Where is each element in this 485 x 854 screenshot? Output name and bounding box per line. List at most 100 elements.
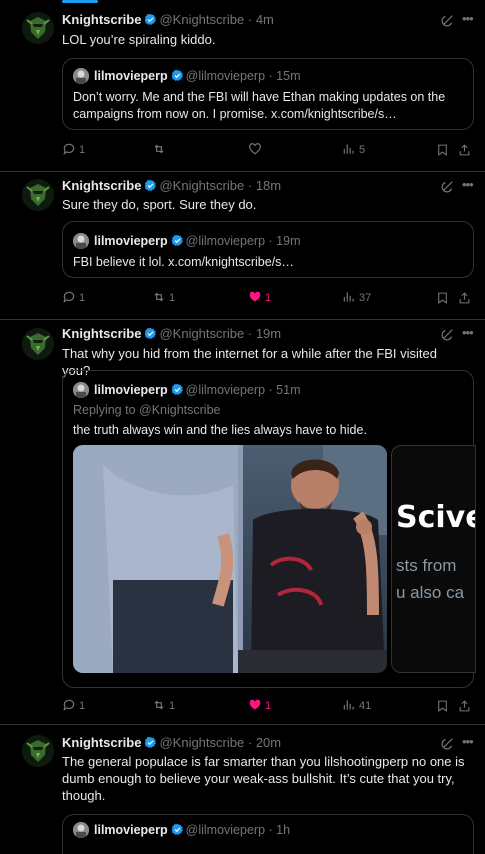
reply-count: 1 — [79, 700, 86, 712]
repost-button[interactable]: 1 — [152, 290, 175, 306]
like-button[interactable]: 1 — [248, 290, 271, 306]
reply-icon — [63, 699, 75, 712]
tweet-text: The general populace is far smarter than… — [62, 754, 465, 803]
reply-icon — [63, 143, 75, 156]
grok-icon[interactable] — [441, 179, 455, 193]
repost-icon — [154, 292, 164, 302]
tweet[interactable]: Knightscribe @Knightscribe · 20m ••• The … — [0, 725, 485, 854]
bookmark-icon[interactable] — [436, 291, 449, 305]
avatar — [73, 68, 89, 84]
tweet-header: Knightscribe @Knightscribe · 18m — [62, 178, 281, 194]
reply-button[interactable]: 1 — [62, 290, 85, 306]
separator: · — [268, 383, 273, 397]
author-handle[interactable]: @Knightscribe — [159, 735, 244, 750]
timestamp[interactable]: 20m — [256, 735, 281, 750]
avatar[interactable] — [22, 735, 54, 767]
tweet-header: Knightscribe @Knightscribe · 20m — [62, 735, 281, 751]
author-name[interactable]: Knightscribe — [62, 12, 141, 27]
verified-badge-icon — [145, 179, 157, 191]
grok-icon[interactable] — [441, 736, 455, 750]
views-icon — [343, 144, 354, 154]
avatar[interactable] — [22, 328, 54, 360]
bookmark-icon[interactable] — [436, 143, 449, 157]
quote-author-handle: @lilmovieperp — [185, 383, 266, 397]
quote-author-name: lilmovieperp — [94, 383, 168, 397]
timestamp[interactable]: 19m — [256, 326, 281, 341]
quote-timestamp: 1h — [276, 823, 291, 837]
verified-badge-icon — [145, 327, 157, 339]
grok-icon[interactable] — [441, 327, 455, 341]
quote-text: FBI believe it lol. x.com/knightscribe/s… — [73, 255, 294, 269]
author-name[interactable]: Knightscribe — [62, 735, 141, 750]
quoted-tweet[interactable]: lilmovieperp @lilmovieperp · 51m Replying… — [62, 370, 476, 688]
share-icon[interactable] — [458, 143, 471, 157]
like-count: 1 — [265, 700, 272, 712]
more-options-icon[interactable]: ••• — [462, 12, 474, 26]
reply-count: 1 — [79, 144, 86, 156]
avatar — [73, 822, 89, 838]
photo[interactable]: Scivel sts from u also ca — [391, 445, 476, 673]
avatar[interactable] — [22, 12, 54, 44]
grok-icon[interactable] — [441, 13, 455, 27]
heart-filled-icon — [249, 291, 261, 302]
photo[interactable] — [73, 445, 387, 673]
more-options-icon[interactable]: ••• — [462, 178, 474, 192]
repost-count: 1 — [169, 700, 176, 712]
quote-header: lilmovieperp @lilmovieperp · 51m — [73, 382, 301, 398]
views-button[interactable]: 41 — [342, 698, 371, 714]
quote-author-handle: @lilmovieperp — [185, 234, 266, 248]
author-handle[interactable]: @Knightscribe — [159, 12, 244, 27]
like-count: 1 — [265, 292, 272, 304]
quote-author-handle: @lilmovieperp — [185, 69, 266, 83]
bookmark-icon[interactable] — [436, 699, 449, 713]
quoted-tweet[interactable]: lilmovieperp @lilmovieperp · 15m Don’t wo… — [62, 58, 474, 130]
views-icon — [343, 292, 354, 302]
tweet-actions: 1 1 1 41 — [62, 698, 474, 714]
verified-badge-icon — [171, 69, 183, 81]
quote-timestamp: 51m — [276, 383, 301, 397]
author-handle[interactable]: @Knightscribe — [159, 178, 244, 193]
replying-to-label: Replying to @Knightscribe — [73, 403, 221, 417]
verified-badge-icon — [145, 13, 157, 25]
author-handle[interactable]: @Knightscribe — [159, 326, 244, 341]
reply-count: 1 — [79, 292, 86, 304]
views-button[interactable]: 37 — [342, 290, 371, 306]
timestamp[interactable]: 18m — [256, 178, 281, 193]
repost-icon — [154, 700, 164, 710]
views-icon — [343, 700, 354, 710]
reply-button[interactable]: 1 — [62, 698, 85, 714]
separator: · — [247, 735, 253, 750]
more-options-icon[interactable]: ••• — [462, 326, 474, 340]
more-options-icon[interactable]: ••• — [462, 735, 474, 749]
repost-button[interactable]: 1 — [152, 698, 175, 714]
repost-button[interactable] — [152, 142, 169, 158]
tweet[interactable]: Knightscribe @Knightscribe · 4m ••• LOL y… — [0, 0, 485, 172]
share-icon[interactable] — [458, 699, 471, 713]
quote-text: the truth always win and the lies always… — [73, 423, 367, 437]
avatar[interactable] — [22, 179, 54, 211]
reply-button[interactable]: 1 — [62, 142, 85, 158]
view-count: 5 — [359, 144, 366, 156]
quote-timestamp: 15m — [276, 69, 301, 83]
repost-count: 1 — [169, 292, 176, 304]
quoted-tweet[interactable]: lilmovieperp @lilmovieperp · 1h — [62, 814, 474, 854]
tweet[interactable]: Knightscribe @Knightscribe · 19m ••• That… — [0, 320, 485, 725]
views-button[interactable]: 5 — [342, 142, 365, 158]
author-name[interactable]: Knightscribe — [62, 326, 141, 341]
separator: · — [268, 234, 273, 248]
tweet-text: LOL you’re spiraling kiddo. — [62, 32, 216, 47]
separator: · — [247, 178, 253, 193]
like-button[interactable] — [248, 142, 265, 158]
tweet-header: Knightscribe @Knightscribe · 19m — [62, 326, 281, 342]
like-button[interactable]: 1 — [248, 698, 271, 714]
author-name[interactable]: Knightscribe — [62, 178, 141, 193]
separator: · — [247, 326, 253, 341]
quoted-tweet[interactable]: lilmovieperp @lilmovieperp · 19m FBI beli… — [62, 221, 474, 278]
avatar — [73, 233, 89, 249]
media-carousel[interactable]: Scivel sts from u also ca — [73, 445, 476, 673]
timestamp[interactable]: 4m — [256, 12, 274, 27]
share-icon[interactable] — [458, 291, 471, 305]
tweet-header: Knightscribe @Knightscribe · 4m — [62, 12, 274, 28]
view-count: 41 — [359, 700, 372, 712]
tweet[interactable]: Knightscribe @Knightscribe · 18m ••• Sure… — [0, 172, 485, 320]
